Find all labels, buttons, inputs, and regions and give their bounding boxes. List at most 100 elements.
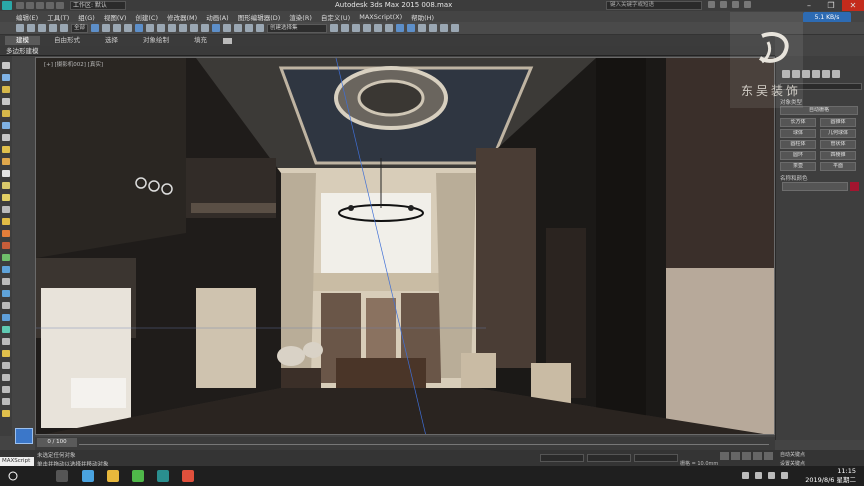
grow-icon[interactable] (2, 338, 10, 345)
link-icon[interactable] (38, 24, 46, 32)
smooth-icon[interactable] (2, 218, 10, 225)
tray-volume-icon[interactable] (755, 472, 762, 479)
named-selection-dropdown[interactable]: 创建选择集 (267, 23, 328, 33)
menu-create[interactable]: 创建(C) (135, 12, 158, 22)
cut-icon[interactable] (2, 98, 10, 105)
menu-graph-editors[interactable]: 图形编辑器(D) (238, 12, 281, 22)
percent-snap-icon[interactable] (234, 24, 243, 32)
ribbon-options-icon[interactable] (223, 37, 232, 44)
object-color-swatch[interactable] (850, 182, 859, 191)
menu-modifiers[interactable]: 修改器(M) (167, 12, 197, 22)
swift-loop-icon[interactable] (2, 86, 10, 93)
geosphere-button[interactable]: 几何球体 (820, 129, 856, 138)
align-icon[interactable] (341, 24, 350, 32)
render-production-icon[interactable] (429, 24, 438, 32)
rectangular-selection-icon[interactable] (113, 24, 122, 32)
inset-icon[interactable] (2, 182, 10, 189)
menu-help[interactable]: 帮助(H) (411, 12, 434, 22)
bridge-icon[interactable] (2, 170, 10, 177)
flip-icon[interactable] (2, 266, 10, 273)
time-slider[interactable]: 0 / 100 (37, 438, 77, 447)
task-view-icon[interactable] (56, 470, 68, 482)
menu-group[interactable]: 组(G) (78, 12, 95, 22)
hierarchy-tab-icon[interactable] (802, 70, 810, 78)
cone-button[interactable]: 圆锥体 (820, 118, 856, 127)
menu-tools[interactable]: 工具(T) (47, 12, 69, 22)
minimize-button[interactable]: – (798, 0, 820, 11)
utilities-tab-icon[interactable] (832, 70, 840, 78)
auto-key-button[interactable]: 自动关键点 (780, 451, 805, 458)
redo-icon[interactable] (56, 2, 64, 9)
menu-customize[interactable]: 自定义(U) (321, 12, 350, 22)
undo-icon[interactable] (46, 2, 54, 9)
shrink-icon[interactable] (2, 350, 10, 357)
menu-maxscript[interactable]: MAXScript(X) (359, 13, 402, 21)
schematic-view-icon[interactable] (385, 24, 394, 32)
weld-icon[interactable] (2, 278, 10, 285)
graphite-toggle-icon[interactable] (363, 24, 372, 32)
tab-freeform[interactable]: 自由形式 (43, 36, 91, 45)
sphere-button[interactable]: 球体 (780, 129, 816, 138)
windows-start-icon[interactable] (8, 471, 18, 481)
material-editor-icon[interactable] (396, 24, 405, 32)
layer-manager-icon[interactable] (352, 24, 361, 32)
recorder-icon[interactable] (182, 470, 194, 482)
extrude-spline-icon[interactable] (2, 326, 10, 333)
move-icon[interactable] (135, 24, 144, 32)
menu-animation[interactable]: 动画(A) (206, 12, 229, 22)
bevel-icon[interactable] (2, 122, 10, 129)
paint-icon[interactable] (2, 398, 10, 405)
save-file-icon[interactable] (36, 2, 44, 9)
object-name-field[interactable] (782, 182, 848, 191)
close-button[interactable]: ✕ (842, 0, 864, 11)
rendered-frame-icon[interactable] (418, 24, 427, 32)
tube-button[interactable]: 管状体 (820, 140, 856, 149)
tab-object-paint[interactable]: 对象绘制 (132, 36, 180, 45)
connect-icon[interactable] (2, 146, 10, 153)
torus-button[interactable]: 圆环 (780, 151, 816, 160)
target-weld-icon[interactable] (2, 158, 10, 165)
workspace-dropdown[interactable]: 工作区: 默认 (70, 1, 126, 10)
mirror-icon[interactable] (330, 24, 339, 32)
previous-frame-icon[interactable] (731, 452, 740, 460)
subscription-icon[interactable] (720, 1, 727, 8)
display-tab-icon[interactable] (822, 70, 830, 78)
undo-tool-icon[interactable] (16, 24, 24, 32)
search-icon[interactable] (708, 1, 715, 8)
menu-edit[interactable]: 编辑(E) (16, 12, 38, 22)
next-frame-icon[interactable] (753, 452, 762, 460)
plane-button[interactable]: 平面 (820, 162, 856, 171)
menu-views[interactable]: 视图(V) (104, 12, 127, 22)
tab-selection[interactable]: 选择 (94, 36, 129, 45)
select-by-name-icon[interactable] (102, 24, 111, 32)
snaps-toggle-icon[interactable] (212, 24, 221, 32)
keyboard-shortcut-icon[interactable] (201, 24, 210, 32)
selection-filter-dropdown[interactable]: 全部 (71, 23, 89, 33)
box-button[interactable]: 长方体 (780, 118, 816, 127)
motion-tab-icon[interactable] (812, 70, 820, 78)
clock[interactable]: 11:15 2019/8/6 星期二 (805, 467, 856, 485)
timeline[interactable]: 0 / 100 (35, 437, 775, 450)
bind-space-warp-icon[interactable] (60, 24, 68, 32)
polygon-modeling-label[interactable]: 多边形建模 (0, 46, 775, 56)
attach-icon[interactable] (2, 242, 10, 249)
restore-button[interactable]: ❐ (820, 0, 842, 11)
z-coordinate-field[interactable] (634, 454, 678, 462)
preserve-uv-icon[interactable] (2, 410, 10, 417)
app-icon[interactable] (2, 1, 12, 10)
select-object-icon[interactable] (91, 24, 100, 32)
play-icon[interactable] (742, 452, 751, 460)
constraints-icon[interactable] (2, 386, 10, 393)
hinge-icon[interactable] (2, 314, 10, 321)
camera-viewport[interactable]: [+] [摄影机002] [真实] (35, 57, 775, 435)
angle-snap-icon[interactable] (223, 24, 232, 32)
chamfer-icon[interactable] (2, 134, 10, 141)
window-crossing-icon[interactable] (124, 24, 133, 32)
render-setup-icon[interactable] (407, 24, 416, 32)
tray-notification-icon[interactable] (781, 472, 788, 479)
tab-modeling[interactable]: 建模 (5, 36, 40, 45)
rotate-icon[interactable] (146, 24, 155, 32)
cylinder-button[interactable]: 圆柱体 (780, 140, 816, 149)
render-online-icon[interactable] (451, 24, 460, 32)
search-input[interactable]: 键入关键字或短语 (606, 1, 702, 10)
